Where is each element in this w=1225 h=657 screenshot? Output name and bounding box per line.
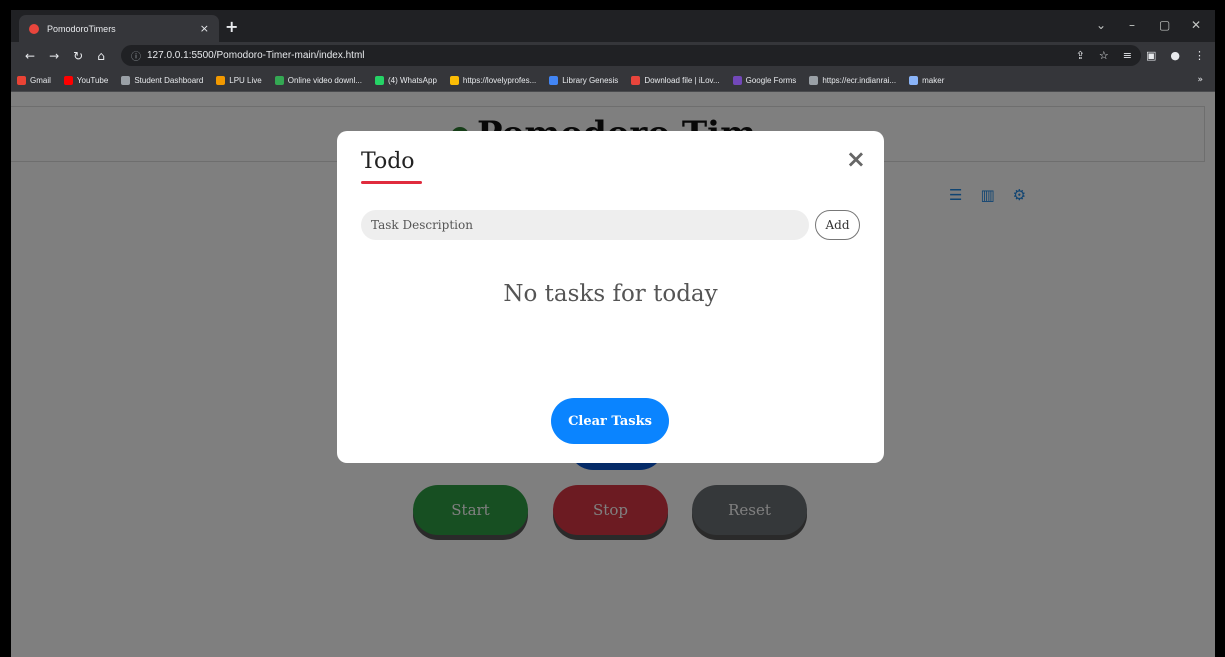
- bookmark-item[interactable]: maker: [909, 76, 944, 85]
- bookmarks-overflow-button[interactable]: »: [1197, 75, 1203, 85]
- bookmark-favicon-icon: [274, 76, 284, 85]
- bookmark-favicon-icon: [63, 76, 73, 85]
- share-icon[interactable]: ⇪: [1076, 49, 1085, 62]
- toolbar-right-icons: ⇪ ☆ ≡ ▣ ● ⋮: [1076, 49, 1205, 62]
- bookmark-favicon-icon: [121, 76, 131, 85]
- screen-frame: PomodoroTimers × + ⌄ – ▢ ✕ ← → ↻ ⌂ ⓘ 127…: [0, 0, 1225, 657]
- bookmark-item[interactable]: Download file | iLov...: [631, 76, 720, 85]
- bookmark-item[interactable]: (4) WhatsApp: [375, 76, 437, 85]
- site-info-icon[interactable]: ⓘ: [131, 48, 141, 63]
- clear-tasks-button[interactable]: Clear Tasks: [551, 398, 669, 444]
- todo-modal: Todo × Add No tasks for today Clear Task…: [337, 131, 884, 463]
- bookmark-item[interactable]: https://lovelyprofes...: [449, 76, 537, 85]
- page-content: Pomodoro Tim ☰ ▥ ⚙ Start Stop Reset Todo…: [11, 92, 1215, 657]
- forward-arrow-icon[interactable]: →: [49, 49, 59, 63]
- title-underline: [361, 181, 422, 184]
- bookmark-label: Gmail: [30, 76, 51, 85]
- bookmark-item[interactable]: LPU Live: [216, 76, 262, 85]
- bookmark-label: Google Forms: [745, 76, 797, 85]
- bookmark-item[interactable]: Online video downl...: [274, 76, 362, 85]
- bookmark-label: Online video downl...: [287, 76, 362, 85]
- bookmark-label: Student Dashboard: [134, 76, 204, 85]
- bookmark-favicon-icon: [809, 76, 819, 85]
- tab-search-icon[interactable]: ⌄: [1096, 18, 1106, 32]
- bookmark-label: LPU Live: [229, 76, 262, 85]
- close-icon[interactable]: ×: [846, 145, 866, 173]
- close-window-button[interactable]: ✕: [1191, 18, 1201, 32]
- address-bar[interactable]: ⓘ 127.0.0.1:5500/Pomodoro-Timer-main/ind…: [121, 45, 1141, 66]
- side-panel-icon[interactable]: ▣: [1146, 49, 1156, 62]
- task-description-input[interactable]: [361, 210, 809, 240]
- bookmark-item[interactable]: YouTube: [63, 76, 109, 85]
- title-bar: PomodoroTimers × + ⌄ – ▢ ✕: [11, 10, 1215, 42]
- bookmark-label: Library Genesis: [562, 76, 619, 85]
- bookmark-item[interactable]: Library Genesis: [549, 76, 618, 85]
- bookmark-item[interactable]: Student Dashboard: [121, 76, 203, 85]
- back-arrow-icon[interactable]: ←: [25, 49, 35, 63]
- bookmark-favicon-icon: [549, 76, 559, 85]
- maximize-button[interactable]: ▢: [1159, 18, 1170, 32]
- tab-title: PomodoroTimers: [47, 23, 116, 34]
- home-icon[interactable]: ⌂: [97, 49, 105, 63]
- reload-icon[interactable]: ↻: [73, 49, 83, 63]
- bookmark-label: (4) WhatsApp: [388, 76, 437, 85]
- bookmark-label: YouTube: [76, 76, 109, 85]
- modal-title: Todo: [361, 149, 415, 174]
- minimize-button[interactable]: –: [1129, 18, 1135, 32]
- bookmark-label: https://lovelyprofes...: [462, 76, 537, 85]
- browser-tab[interactable]: PomodoroTimers ×: [19, 15, 219, 42]
- bookmark-star-icon[interactable]: ☆: [1099, 49, 1109, 62]
- bookmark-favicon-icon: [732, 76, 742, 85]
- url-text: 127.0.0.1:5500/Pomodoro-Timer-main/index…: [147, 50, 365, 61]
- bookmark-label: maker: [922, 76, 945, 85]
- bookmark-favicon-icon: [631, 76, 641, 85]
- profile-avatar[interactable]: ●: [1170, 49, 1180, 62]
- browser-window: PomodoroTimers × + ⌄ – ▢ ✕ ← → ↻ ⌂ ⓘ 127…: [11, 10, 1215, 657]
- reading-list-icon[interactable]: ≡: [1123, 49, 1132, 62]
- bookmark-label: Download file | iLov...: [644, 76, 720, 85]
- bookmark-item[interactable]: Gmail: [17, 76, 51, 85]
- bookmark-favicon-icon: [449, 76, 459, 85]
- bookmark-label: https://ecr.indianrai...: [822, 76, 897, 85]
- bookmarks-bar: Gmail YouTube Student Dashboard LPU Live Onl…: [11, 70, 1215, 92]
- bookmark-favicon-icon: [216, 76, 226, 85]
- new-tab-button[interactable]: +: [225, 17, 238, 36]
- empty-tasks-message: No tasks for today: [503, 281, 718, 307]
- bookmark-favicon-icon: [17, 76, 26, 85]
- bookmark-favicon-icon: [375, 76, 384, 85]
- bookmark-item[interactable]: Google Forms: [732, 76, 797, 85]
- bookmark-item[interactable]: https://ecr.indianrai...: [809, 76, 896, 85]
- tomato-favicon-icon: [29, 23, 39, 34]
- add-task-button[interactable]: Add: [815, 210, 860, 240]
- bookmark-favicon-icon: [909, 76, 919, 85]
- menu-kebab-icon[interactable]: ⋮: [1194, 49, 1205, 62]
- browser-toolbar: ← → ↻ ⌂ ⓘ 127.0.0.1:5500/Pomodoro-Timer-…: [11, 42, 1215, 70]
- tab-close-icon[interactable]: ×: [200, 22, 209, 35]
